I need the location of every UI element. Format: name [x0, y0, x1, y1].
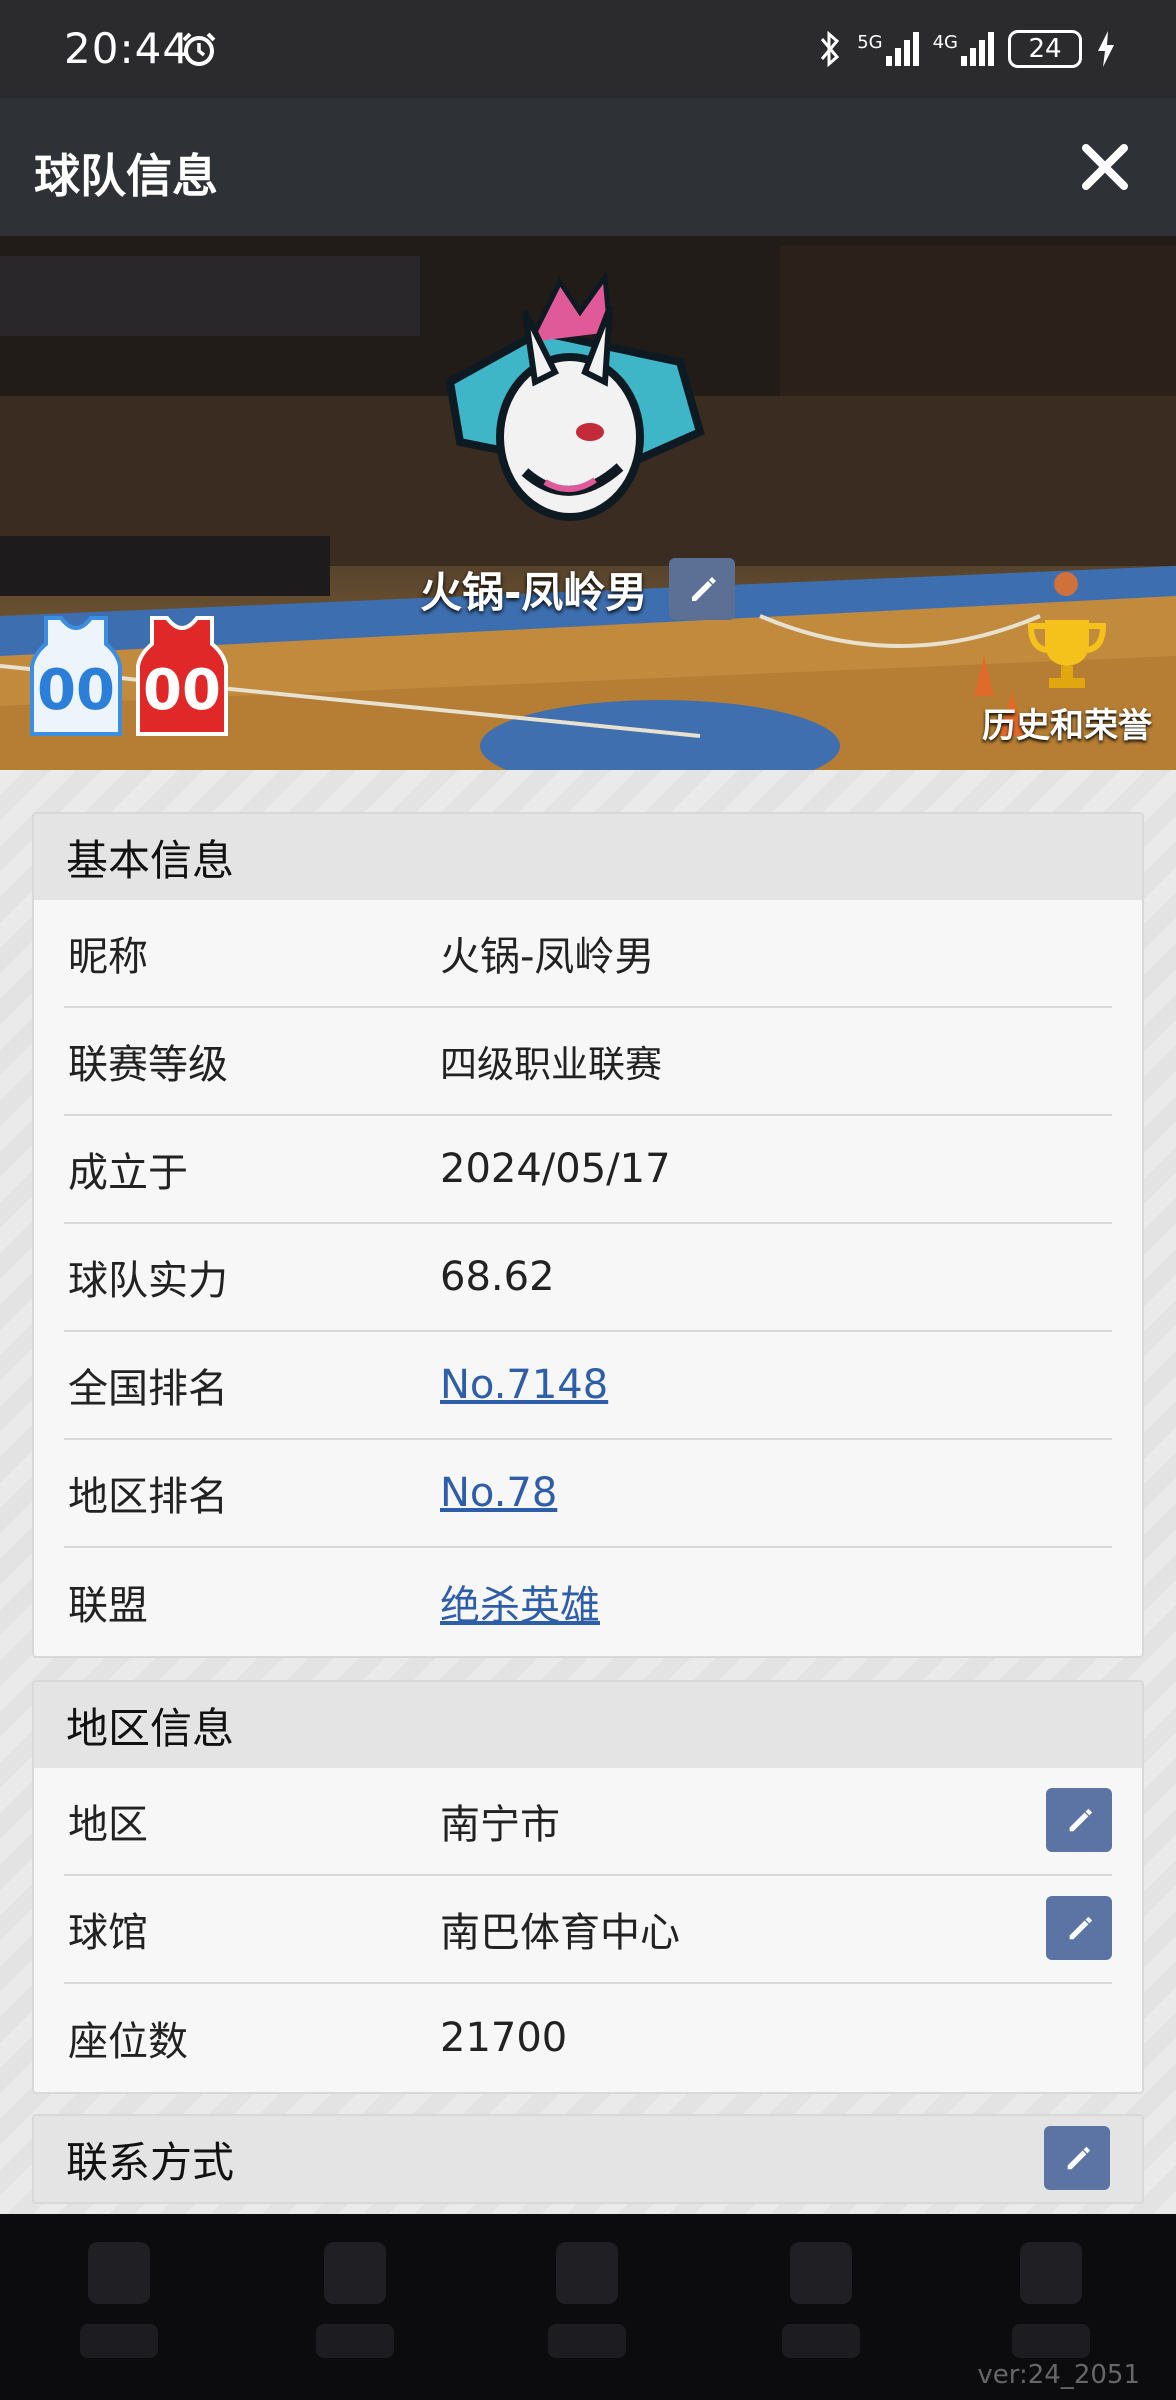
regional-rank-label: 地区排名 [68, 1474, 228, 1520]
pencil-icon [1069, 1808, 1093, 1832]
arena-row: 球馆 南巴体育中心 [64, 1876, 1112, 1984]
founded-label: 成立于 [68, 1150, 188, 1196]
version-label: ver:24_2051 [977, 2360, 1140, 2390]
nav-item-1[interactable] [58, 2214, 178, 2400]
nav-icon-5 [1020, 2242, 1082, 2304]
edit-region-button[interactable] [1046, 1788, 1112, 1852]
battery-level: 24 [1028, 34, 1062, 64]
contact-header: 联系方式 [34, 2116, 1142, 2202]
history-honor-label: 历史和荣誉 [982, 706, 1152, 746]
regional-rank-row: 地区排名 No.78 [64, 1440, 1112, 1548]
basic-info-header: 基本信息 [34, 814, 1142, 900]
edit-contact-button[interactable] [1044, 2126, 1110, 2190]
league-level-value: 四级职业联赛 [440, 1043, 662, 1086]
signal-4g-icon: 4G [933, 32, 994, 66]
national-rank-label: 全国排名 [68, 1366, 228, 1412]
contact-card: 联系方式 [32, 2114, 1144, 2204]
seats-label: 座位数 [68, 2019, 188, 2065]
region-row: 地区 南宁市 [64, 1768, 1112, 1876]
pencil-icon [1067, 2146, 1091, 2170]
region-value: 南宁市 [440, 1802, 560, 1848]
bluetooth-icon [821, 30, 840, 68]
founded-row: 成立于 2024/05/17 [64, 1116, 1112, 1224]
nickname-value: 火锅-凤岭男 [440, 934, 655, 980]
status-bar: 20:44 5G 4G 24 [0, 0, 1176, 98]
nav-icon-3 [556, 2242, 618, 2304]
nav-icon-2 [324, 2242, 386, 2304]
nav-item-4[interactable] [760, 2214, 880, 2400]
signal-5g-icon: 5G [857, 32, 919, 66]
basic-info-card: 基本信息 昵称 火锅-凤岭男 联赛等级 四级职业联赛 成立于 2024/05/1… [32, 812, 1144, 1658]
history-honor-button[interactable]: 历史和荣誉 [972, 616, 1162, 747]
nav-label-3 [548, 2324, 626, 2358]
region-info-card: 地区信息 地区 南宁市 球馆 南巴体育中心 座位数 21700 [32, 1680, 1144, 2094]
nav-icon-1 [88, 2242, 150, 2304]
seats-row: 座位数 21700 [64, 1984, 1112, 2092]
home-jersey: 00 [26, 614, 126, 738]
home-jersey-number: 00 [37, 658, 115, 723]
page-title: 球队信息 [34, 149, 218, 203]
team-banner: 火锅-凤岭男 00 00 历史和荣誉 [0, 236, 1176, 770]
nav-label-5 [1012, 2324, 1090, 2358]
pencil-icon [1069, 1916, 1093, 1940]
arena-label: 球馆 [68, 1910, 148, 1956]
nav-item-3[interactable] [526, 2214, 646, 2400]
contact-title: 联系方式 [66, 2137, 235, 2187]
seats-value: 21700 [440, 2015, 568, 2061]
pencil-icon [692, 577, 717, 601]
trophy-icon [1027, 620, 1107, 688]
nickname-label: 昵称 [68, 934, 148, 980]
charging-icon [1098, 31, 1114, 67]
nav-icon-4 [790, 2242, 852, 2304]
region-label: 地区 [68, 1802, 148, 1848]
strength-row: 球队实力 68.62 [64, 1224, 1112, 1332]
national-rank-link[interactable]: No.7148 [440, 1362, 608, 1408]
alliance-row: 联盟 绝杀英雄 [64, 1548, 1112, 1656]
alliance-link[interactable]: 绝杀英雄 [440, 1573, 600, 1631]
away-jersey-number: 00 [143, 658, 221, 723]
content-area[interactable]: 基本信息 昵称 火锅-凤岭男 联赛等级 四级职业联赛 成立于 2024/05/1… [0, 770, 1176, 2214]
regional-rank-link[interactable]: No.78 [440, 1470, 557, 1516]
nav-label-4 [782, 2324, 860, 2358]
close-icon [1082, 144, 1128, 190]
close-button[interactable] [1074, 136, 1136, 198]
team-name-row: 火锅-凤岭男 [420, 558, 736, 620]
strength-value: 68.62 [440, 1254, 555, 1300]
nav-label-2 [316, 2324, 394, 2358]
nickname-row: 昵称 火锅-凤岭男 [64, 900, 1112, 1008]
team-name: 火锅-凤岭男 [420, 567, 648, 617]
battery-indicator: 24 [1008, 30, 1082, 68]
team-logo-image [445, 272, 705, 521]
strength-label: 球队实力 [68, 1258, 228, 1304]
network-type-4g: 4G [932, 32, 958, 53]
status-time: 20:44 [64, 24, 191, 73]
nav-label-1 [80, 2324, 158, 2358]
region-info-header: 地区信息 [34, 1682, 1142, 1768]
nav-item-2[interactable] [294, 2214, 414, 2400]
bottom-navigation: ver:24_2051 [0, 2214, 1176, 2400]
status-icons: 5G 4G 24 [817, 26, 1116, 72]
network-type-5g: 5G [857, 32, 883, 53]
alarm-icon [182, 32, 216, 66]
alliance-label: 联盟 [68, 1583, 148, 1629]
title-bar: 球队信息 [0, 98, 1176, 236]
league-level-row: 联赛等级 四级职业联赛 [64, 1008, 1112, 1116]
edit-arena-button[interactable] [1046, 1896, 1112, 1960]
league-level-label: 联赛等级 [68, 1042, 228, 1088]
edit-team-name-button[interactable] [669, 558, 736, 620]
founded-value: 2024/05/17 [440, 1146, 671, 1192]
national-rank-row: 全国排名 No.7148 [64, 1332, 1112, 1440]
arena-value: 南巴体育中心 [440, 1910, 680, 1956]
away-jersey: 00 [132, 614, 232, 738]
